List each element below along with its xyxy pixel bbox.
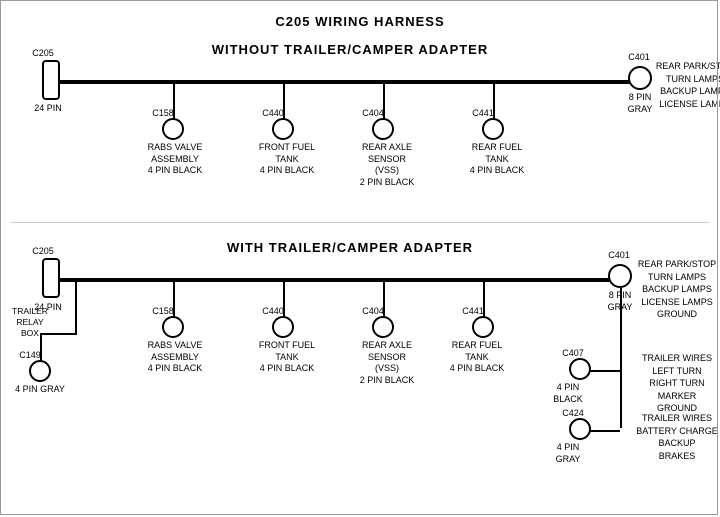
- c424-circle: [569, 418, 591, 440]
- section1-c205-rect: [42, 60, 60, 100]
- c407-circle: [569, 358, 591, 380]
- section2-main-line: [60, 278, 630, 282]
- section1-c440-circle: [272, 118, 294, 140]
- c424-label: TRAILER WIRESBATTERY CHARGEBACKUPBRAKES: [636, 412, 718, 462]
- c149-label: 4 PIN GRAY: [10, 384, 70, 396]
- c407-label: TRAILER WIRESLEFT TURNRIGHT TURNMARKERGR…: [636, 352, 718, 415]
- c407-id: C407: [558, 348, 588, 360]
- c149-circle: [29, 360, 51, 382]
- section2-c441-id: C441: [458, 306, 488, 318]
- section2-c401-id: C401: [604, 250, 634, 262]
- section2-c205-rect: [42, 258, 60, 298]
- trailer-relay-label: TRAILERRELAYBOX: [4, 306, 56, 339]
- section2-c401-circle: [608, 264, 632, 288]
- section1-c158-label: RABS VALVEASSEMBLY4 PIN BLACK: [140, 142, 210, 177]
- c407-pins: 4 PINBLACK: [548, 382, 588, 405]
- section1-c440-id: C440: [258, 108, 288, 120]
- section2-c404-circle: [372, 316, 394, 338]
- section1-c441-label: REAR FUELTANK4 PIN BLACK: [462, 142, 532, 177]
- section1-c404-circle: [372, 118, 394, 140]
- section2-c441-label: REAR FUELTANK4 PIN BLACK: [442, 340, 512, 375]
- trailer-relay-vline: [75, 280, 77, 335]
- section2-c441-circle: [472, 316, 494, 338]
- section1-c441-id: C441: [468, 108, 498, 120]
- c149-id: C149: [15, 350, 45, 362]
- section1-c158-id: C158: [148, 108, 178, 120]
- section1-c205-pins: 24 PIN: [28, 103, 68, 115]
- section2-c158-circle: [162, 316, 184, 338]
- section2-c404-id: C404: [358, 306, 388, 318]
- section1-main-line: [60, 80, 650, 84]
- section2-c205-label: C205: [28, 246, 58, 258]
- divider: [10, 222, 710, 223]
- section2-c158-label: RABS VALVEASSEMBLY4 PIN BLACK: [140, 340, 210, 375]
- section1-c404-label: REAR AXLESENSOR(VSS)2 PIN BLACK: [352, 142, 422, 189]
- section1-c401-id: C401: [624, 52, 654, 64]
- section1-c401-pins: 8 PINGRAY: [620, 92, 660, 115]
- section2-c401-label: REAR PARK/STOPTURN LAMPSBACKUP LAMPSLICE…: [636, 258, 718, 321]
- c424-id: C424: [558, 408, 588, 420]
- page-title: C205 WIRING HARNESS: [0, 6, 720, 29]
- section1-c205-label: C205: [28, 48, 58, 60]
- section1-c404-id: C404: [358, 108, 388, 120]
- section2-c158-id: C158: [148, 306, 178, 318]
- section1-c441-circle: [482, 118, 504, 140]
- section2-c440-id: C440: [258, 306, 288, 318]
- c424-pins: 4 PINGRAY: [548, 442, 588, 465]
- section1-c440-label: FRONT FUELTANK4 PIN BLACK: [252, 142, 322, 177]
- section2-label: WITH TRAILER/CAMPER ADAPTER: [150, 240, 550, 255]
- right-vline-main: [620, 288, 622, 428]
- section1-label: WITHOUT TRAILER/CAMPER ADAPTER: [150, 42, 550, 57]
- diagram: C205 WIRING HARNESS WITHOUT TRAILER/CAMP…: [0, 0, 720, 500]
- section2-c440-label: FRONT FUELTANK4 PIN BLACK: [252, 340, 322, 375]
- section2-c440-circle: [272, 316, 294, 338]
- section2-c404-label: REAR AXLESENSOR(VSS)2 PIN BLACK: [352, 340, 422, 387]
- section1-c401-circle: [628, 66, 652, 90]
- section1-c401-label: REAR PARK/STOPTURN LAMPSBACKUP LAMPSLICE…: [655, 60, 720, 110]
- section1-c158-circle: [162, 118, 184, 140]
